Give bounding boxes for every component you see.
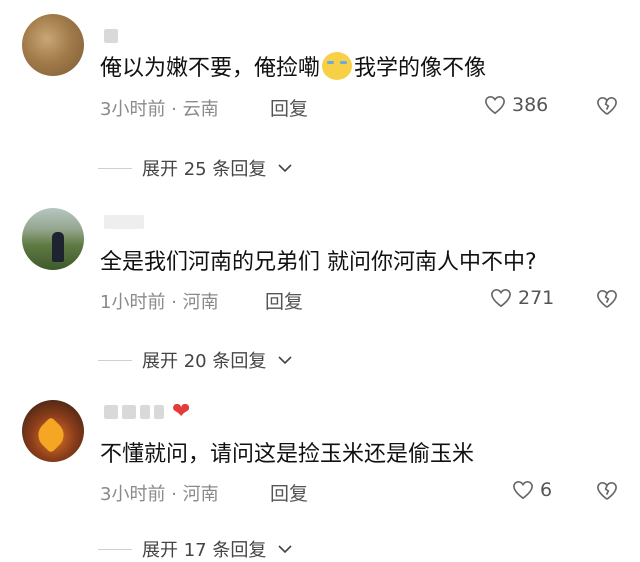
- blurred-name-block: [104, 215, 144, 229]
- avatar[interactable]: [22, 208, 84, 270]
- username-blurred[interactable]: [104, 28, 118, 44]
- comment-text-part: 我学的像不像: [354, 56, 487, 81]
- expand-replies-label: 展开 17 条回复: [142, 540, 267, 561]
- expand-replies-label: 展开 25 条回复: [142, 159, 267, 180]
- expand-replies-label: 展开 20 条回复: [142, 351, 267, 372]
- like-count: 6: [540, 479, 553, 501]
- expand-replies-button[interactable]: 展开 20 条回复: [98, 347, 292, 373]
- expand-replies-button[interactable]: 展开 17 条回复: [98, 536, 292, 562]
- divider-line: [98, 359, 132, 361]
- heart-outline-icon: [513, 480, 533, 500]
- comment-text: 俺以为嫩不要，俺捡嘞 我学的像不像: [100, 50, 486, 82]
- reply-button[interactable]: 回复: [265, 287, 303, 314]
- dislike-button[interactable]: [596, 289, 618, 309]
- dislike-button[interactable]: [596, 481, 618, 501]
- dislike-button[interactable]: [596, 96, 618, 116]
- location: 河南: [182, 484, 219, 505]
- reply-button[interactable]: 回复: [270, 94, 308, 121]
- heart-outline-icon: [485, 95, 505, 115]
- avatar-leaf: [32, 416, 70, 454]
- meta-separator: ·: [165, 99, 183, 120]
- chevron-down-icon: [278, 164, 292, 173]
- blurred-name-block: [104, 405, 118, 419]
- username-blurred[interactable]: [104, 214, 144, 230]
- laughing-crying-emoji-icon: [322, 52, 353, 80]
- avatar[interactable]: [22, 14, 84, 76]
- heart-outline-icon: [491, 288, 511, 308]
- timestamp: 1小时前: [100, 292, 166, 313]
- comment-meta: 1小时前 · 河南: [100, 288, 219, 314]
- comment-meta: 3小时前 · 河南: [100, 480, 219, 506]
- comment-text-part: 俺以为嫩不要，俺捡嘞: [100, 56, 321, 81]
- blurred-name-block: [104, 29, 118, 43]
- reply-button[interactable]: 回复: [270, 479, 308, 506]
- meta-separator: ·: [165, 292, 183, 313]
- chevron-down-icon: [278, 545, 292, 554]
- blurred-name-block: [154, 405, 164, 419]
- location: 云南: [182, 99, 219, 120]
- divider-line: [98, 548, 132, 550]
- red-heart-icon: ❤: [172, 399, 191, 424]
- broken-heart-icon: [597, 481, 617, 500]
- like-count: 386: [512, 94, 549, 116]
- broken-heart-icon: [597, 289, 617, 308]
- meta-separator: ·: [165, 484, 183, 505]
- timestamp: 3小时前: [100, 484, 166, 505]
- blurred-name-block: [140, 405, 150, 419]
- blurred-name-block: [122, 405, 136, 419]
- broken-heart-icon: [597, 96, 617, 115]
- like-button[interactable]: 386: [484, 94, 548, 116]
- chevron-down-icon: [278, 356, 292, 365]
- divider-line: [98, 167, 132, 169]
- avatar-figure: [52, 232, 64, 262]
- comment-text: 不懂就问，请问这是捡玉米还是偷玉米: [100, 442, 475, 467]
- timestamp: 3小时前: [100, 99, 166, 120]
- avatar[interactable]: [22, 400, 84, 462]
- like-button[interactable]: 271: [490, 287, 554, 309]
- like-count: 271: [518, 287, 555, 309]
- username-blurred[interactable]: ❤: [104, 399, 191, 424]
- location: 河南: [182, 292, 219, 313]
- like-button[interactable]: 6: [512, 479, 552, 501]
- comment-text: 全是我们河南的兄弟们 就问你河南人中不中?: [100, 250, 537, 275]
- comment-meta: 3小时前 · 云南: [100, 95, 219, 121]
- expand-replies-button[interactable]: 展开 25 条回复: [98, 155, 292, 181]
